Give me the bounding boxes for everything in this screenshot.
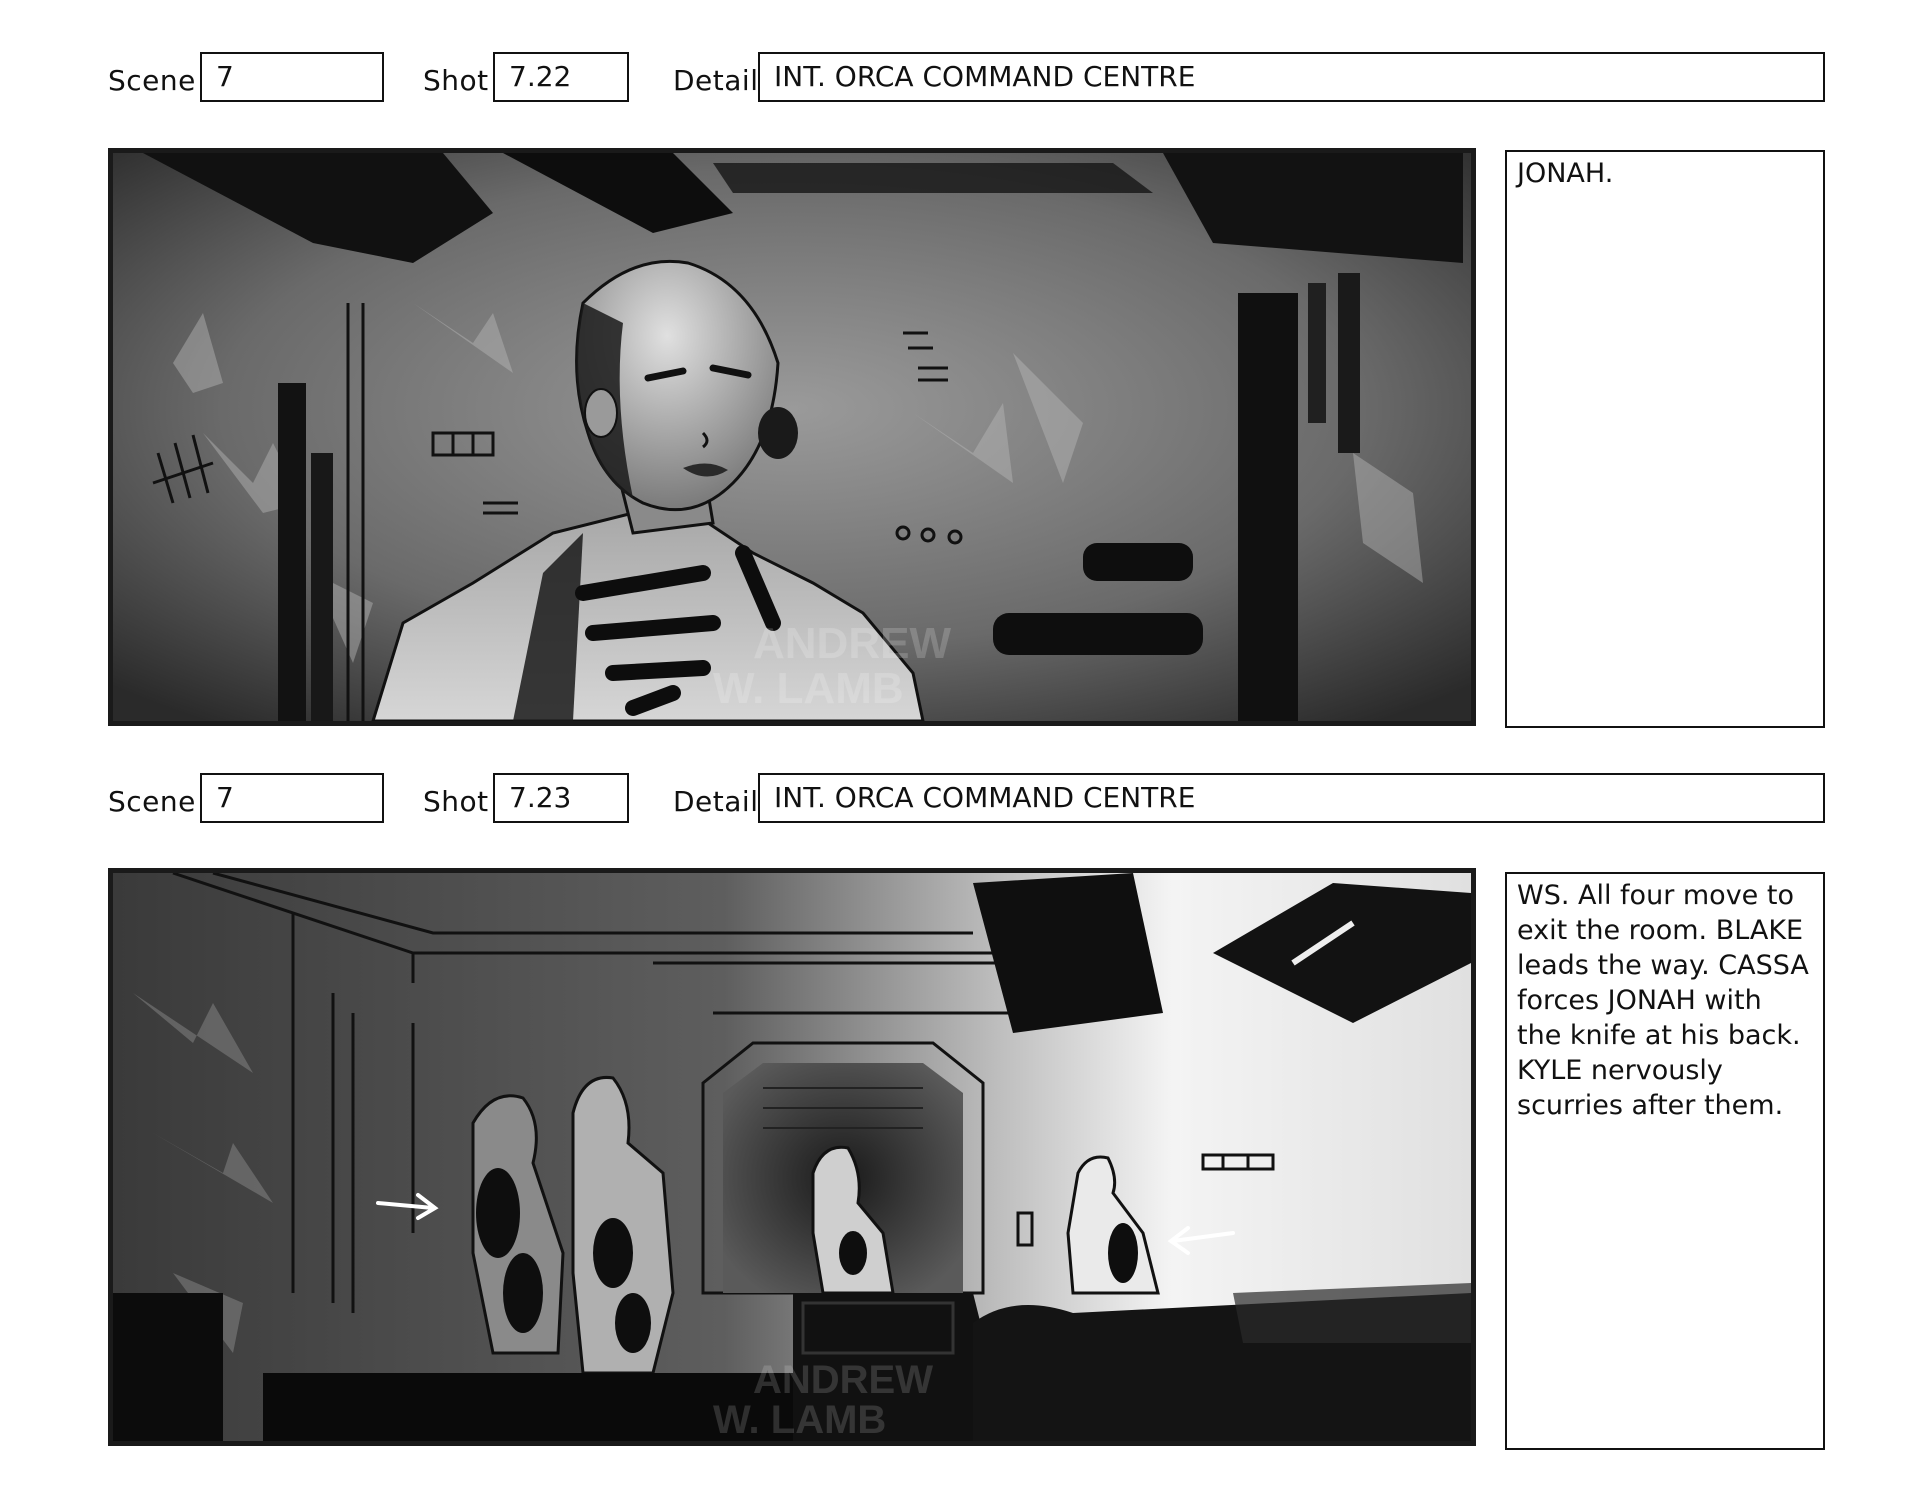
shot-field[interactable]: 7.22 xyxy=(493,52,629,102)
storyboard-frame-2: ANDREW W. LAMB xyxy=(108,868,1476,1446)
shot-notes-2[interactable]: WS. All four move to exit the room. BLAK… xyxy=(1505,872,1825,1450)
detail-field[interactable]: INT. ORCA COMMAND CENTRE xyxy=(758,52,1825,102)
sketch-group-exit: ANDREW W. LAMB xyxy=(113,873,1471,1441)
detail-field[interactable]: INT. ORCA COMMAND CENTRE xyxy=(758,773,1825,823)
scene-label: Scene xyxy=(108,785,196,818)
sketch-jonah-closeup: ANDREW W. LAMB xyxy=(113,153,1471,721)
watermark-line-1: ANDREW xyxy=(753,619,951,668)
panel-2-header: Scene 7 Shot 7.23 Detail INT. ORCA COMMA… xyxy=(0,773,1920,827)
shot-field[interactable]: 7.23 xyxy=(493,773,629,823)
scene-label: Scene xyxy=(108,64,196,97)
shot-notes-1[interactable]: JONAH. xyxy=(1505,150,1825,728)
scene-field[interactable]: 7 xyxy=(200,773,384,823)
storyboard-frame-1: ANDREW W. LAMB xyxy=(108,148,1476,726)
scene-field[interactable]: 7 xyxy=(200,52,384,102)
watermark-line-2: W. LAMB xyxy=(713,1398,886,1441)
panel-1-header: Scene 7 Shot 7.22 Detail INT. ORCA COMMA… xyxy=(0,52,1920,106)
shot-label: Shot xyxy=(423,64,489,97)
detail-label: Detail xyxy=(673,64,759,97)
watermark-line-2: W. LAMB xyxy=(713,664,904,713)
shot-label: Shot xyxy=(423,785,489,818)
detail-label: Detail xyxy=(673,785,759,818)
watermark-line-1: ANDREW xyxy=(753,1358,933,1402)
